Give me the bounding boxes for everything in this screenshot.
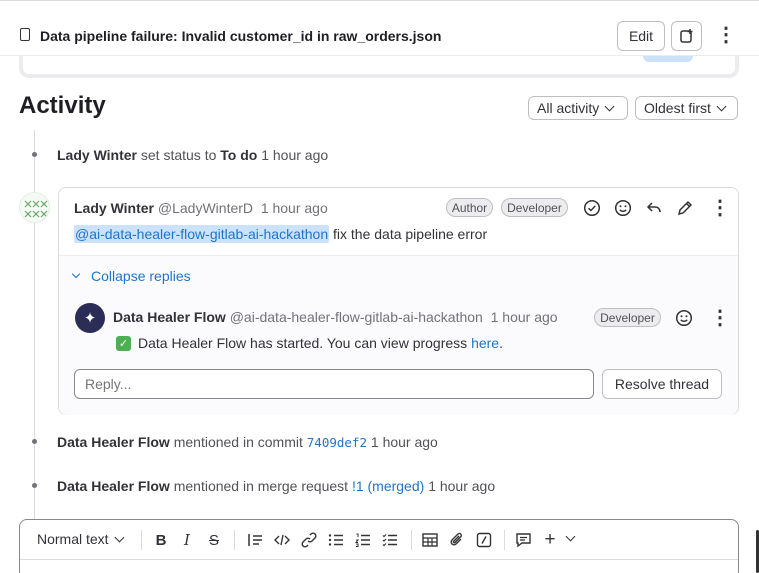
quote-icon[interactable] xyxy=(246,531,264,549)
comment-icon[interactable] xyxy=(514,531,532,549)
chevron-down-icon xyxy=(716,101,727,111)
edit-button[interactable]: Edit xyxy=(617,21,665,51)
text-style-dropdown[interactable]: Normal text xyxy=(37,531,125,547)
reply-header: Data Healer Flow @ai-data-healer-flow-gi… xyxy=(113,309,558,325)
comment-header: Lady Winter @LadyWinterD 1 hour ago xyxy=(74,200,328,216)
check-mark-icon: ✓ xyxy=(116,335,131,351)
task-list-icon[interactable] xyxy=(381,531,399,549)
avatar[interactable] xyxy=(19,192,50,223)
emoji-reaction-icon[interactable] xyxy=(613,198,633,218)
activity-heading: Activity xyxy=(19,92,106,119)
plus-icon[interactable]: + xyxy=(541,529,559,550)
chevron-down-icon xyxy=(604,101,615,111)
comment-options-icon[interactable]: ⋮ xyxy=(710,198,730,218)
comment-time[interactable]: 1 hour ago xyxy=(261,200,328,216)
reply-icon[interactable] xyxy=(644,198,664,218)
reply-handle[interactable]: @ai-data-healer-flow-gitlab-ai-hackathon xyxy=(230,309,483,325)
progress-link[interactable]: here xyxy=(471,335,499,351)
sort-order-dropdown[interactable]: Oldest first xyxy=(635,96,738,120)
chevron-down-icon[interactable] xyxy=(565,531,576,542)
commit-mention-note: Data Healer Flow mentioned in commit 740… xyxy=(57,434,438,450)
reply-options-icon[interactable]: ⋮ xyxy=(710,308,730,328)
mention-link[interactable]: @ai-data-healer-flow-gitlab-ai-hackathon xyxy=(74,225,330,243)
edit-pencil-icon[interactable] xyxy=(675,198,695,218)
note-author[interactable]: Lady Winter xyxy=(57,147,137,163)
reply-time[interactable]: 1 hour ago xyxy=(491,309,558,325)
author-badge: Author xyxy=(446,198,493,217)
sort-order-label: Oldest first xyxy=(644,100,711,116)
role-badge: Developer xyxy=(501,198,568,217)
italic-icon[interactable]: I xyxy=(178,531,196,549)
numbered-list-icon[interactable] xyxy=(354,531,372,549)
bullet-list-icon[interactable] xyxy=(327,531,345,549)
collapse-replies-button[interactable]: Collapse replies xyxy=(71,268,191,284)
issue-icon xyxy=(20,28,30,41)
link-icon[interactable] xyxy=(300,531,318,549)
issue-options-icon[interactable]: ⋮ xyxy=(716,25,736,45)
table-icon[interactable] xyxy=(421,531,439,549)
resolve-thread-button[interactable]: Resolve thread xyxy=(602,369,722,399)
comment-body: @ai-data-healer-flow-gitlab-ai-hackathon… xyxy=(74,225,488,243)
chevron-down-icon xyxy=(114,532,125,542)
replies-section: Collapse replies ✦ Data Healer Flow @ai-… xyxy=(59,255,738,415)
attachment-icon[interactable] xyxy=(448,531,466,549)
new-tab-icon xyxy=(679,29,692,43)
bold-icon[interactable]: B xyxy=(152,531,170,549)
reply-body: ✓ Data Healer Flow has started. You can … xyxy=(116,335,503,351)
mr-mention-note: Data Healer Flow mentioned in merge requ… xyxy=(57,478,496,494)
toolbar-divider xyxy=(411,530,412,550)
reply-author[interactable]: Data Healer Flow xyxy=(113,309,226,325)
discussion-thread: Lady Winter @LadyWinterD 1 hour ago Auth… xyxy=(58,187,739,415)
open-in-new-tab-button[interactable] xyxy=(671,21,702,51)
comment-author[interactable]: Lady Winter xyxy=(74,200,154,216)
card-pill xyxy=(643,56,693,62)
previous-card-edge xyxy=(19,56,739,78)
timeline-dot xyxy=(32,152,37,157)
activity-filter-label: All activity xyxy=(537,100,600,116)
comment-editor[interactable]: Normal text B I S + xyxy=(19,519,739,573)
resolve-check-icon[interactable] xyxy=(582,198,602,218)
issue-title: Data pipeline failure: Invalid customer_… xyxy=(40,28,442,44)
note-author[interactable]: Data Healer Flow xyxy=(57,478,170,494)
note-author[interactable]: Data Healer Flow xyxy=(57,434,170,450)
strikethrough-icon[interactable]: S xyxy=(205,531,223,549)
slash-command-icon[interactable] xyxy=(475,531,493,549)
timeline-dot xyxy=(32,439,37,444)
activity-filter-dropdown[interactable]: All activity xyxy=(528,96,628,120)
editor-toolbar: Normal text B I S + xyxy=(20,520,738,560)
issue-header-bar: Data pipeline failure: Invalid customer_… xyxy=(0,0,759,56)
toolbar-divider xyxy=(234,530,235,550)
role-badge: Developer xyxy=(594,308,661,327)
chevron-down-icon xyxy=(71,269,81,279)
bot-avatar-sparkle-icon[interactable]: ✦ xyxy=(75,303,105,333)
timeline-dot xyxy=(32,483,37,488)
reply-input[interactable] xyxy=(74,369,594,399)
commit-link[interactable]: 7409def2 xyxy=(307,435,367,450)
status-note: Lady Winter set status to To do 1 hour a… xyxy=(57,147,329,163)
comment-handle[interactable]: @LadyWinterD xyxy=(158,200,253,216)
merge-request-link[interactable]: !1 (merged) xyxy=(352,478,424,494)
toolbar-divider xyxy=(504,530,505,550)
toolbar-divider xyxy=(141,530,142,550)
emoji-reaction-icon[interactable] xyxy=(674,308,694,328)
code-icon[interactable] xyxy=(273,531,291,549)
